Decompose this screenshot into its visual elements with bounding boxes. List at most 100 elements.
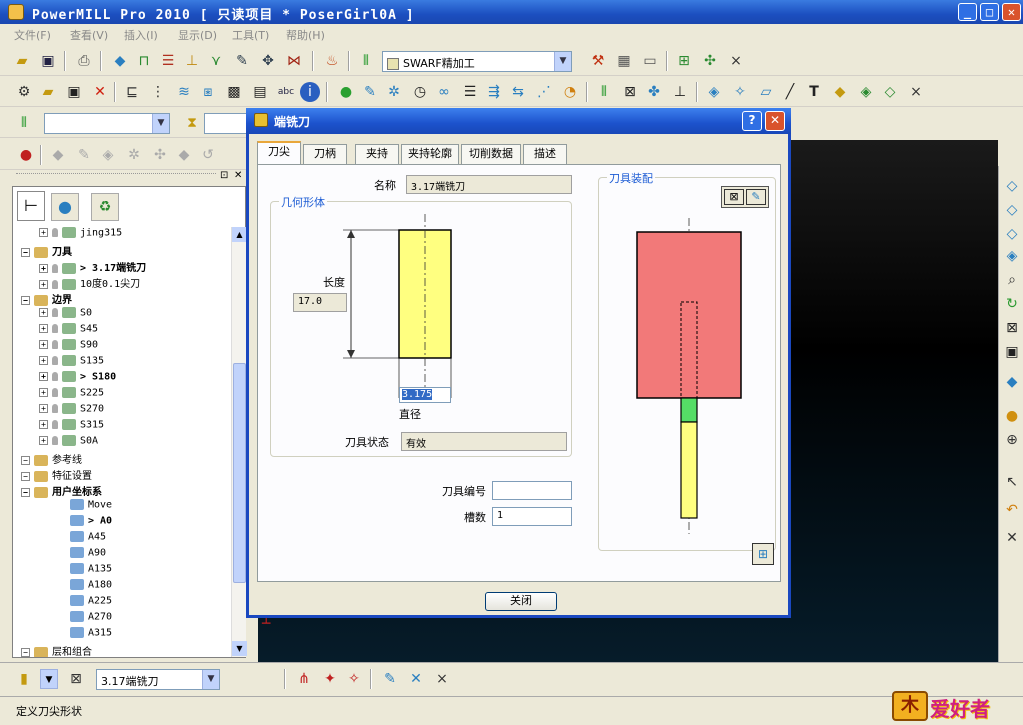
tree-row[interactable]: A225: [57, 595, 112, 611]
open-model-icon[interactable]: ▰: [38, 82, 58, 102]
tool-state-field[interactable]: 有效: [401, 432, 567, 451]
expand-toggle-icon[interactable]: +: [39, 308, 48, 317]
viewbar-close-icon[interactable]: ✕: [1002, 528, 1022, 548]
minimize-button[interactable]: _: [958, 3, 977, 21]
expand-toggle-icon[interactable]: [57, 548, 66, 557]
expand-toggle-icon[interactable]: +: [39, 324, 48, 333]
tab-holder[interactable]: 夹持: [355, 144, 399, 164]
expand-toggle-icon[interactable]: +: [39, 228, 48, 237]
wireframe-sphere-icon[interactable]: ⊕: [1002, 430, 1022, 450]
explorer-tab-recycle[interactable]: ♻: [91, 193, 119, 221]
refresh-icon[interactable]: ↻: [1002, 294, 1022, 314]
tool-toolbar-close-icon[interactable]: ×: [432, 669, 452, 689]
tool-measure-icon[interactable]: ⧆: [198, 82, 218, 102]
tool-type-icon[interactable]: ▮: [14, 669, 34, 689]
tree-row[interactable]: A315: [57, 627, 112, 643]
toolbar1-close-icon[interactable]: ×: [726, 51, 746, 71]
tree-row[interactable]: + S90: [39, 339, 98, 355]
menu-display[interactable]: 显示(D): [178, 27, 217, 43]
feeds-icon[interactable]: ☰: [158, 51, 178, 71]
tool-holder-icon[interactable]: ⊑: [122, 82, 142, 102]
flutes-field[interactable]: 1: [492, 507, 572, 526]
tree-row[interactable]: + S135: [39, 355, 104, 371]
cursor-icon[interactable]: ↖: [1002, 472, 1022, 492]
sphere-icon[interactable]: ●: [1002, 406, 1022, 426]
save-icon[interactable]: ▣: [38, 51, 58, 71]
chevron-down-icon[interactable]: ▼: [202, 670, 219, 689]
zoom-icon[interactable]: ⌕: [1002, 270, 1022, 290]
undo-cursor-icon[interactable]: ↶: [1002, 500, 1022, 520]
tool-collision-icon[interactable]: ✦: [320, 669, 340, 689]
tool-check-icon[interactable]: ⋔: [294, 669, 314, 689]
mesh-icon[interactable]: ◇: [880, 82, 900, 102]
expand-toggle-icon[interactable]: −: [21, 487, 30, 497]
maximize-button[interactable]: □: [980, 3, 999, 21]
chevron-down-icon[interactable]: ▼: [554, 52, 571, 71]
axis-icon[interactable]: ⊥: [670, 82, 690, 102]
expand-toggle-icon[interactable]: +: [39, 388, 48, 397]
tool-grid-icon[interactable]: ⊠: [66, 669, 86, 689]
star-icon[interactable]: ✧: [730, 82, 750, 102]
tree-row[interactable]: + S0: [39, 307, 92, 323]
scrollbar-thumb[interactable]: [233, 363, 246, 583]
explorer-scrollbar[interactable]: ▲ ▼: [231, 227, 247, 657]
lightbulb-icon[interactable]: [52, 436, 58, 445]
tree-row[interactable]: − 边界: [21, 291, 72, 307]
lightbulb-icon[interactable]: [52, 420, 58, 429]
wizard-icon[interactable]: ⚒: [588, 51, 608, 71]
tree-row[interactable]: A45: [57, 531, 106, 547]
surface-icon[interactable]: ◈: [856, 82, 876, 102]
tool-grid-icon[interactable]: ▩: [224, 82, 244, 102]
tab-description[interactable]: 描述: [523, 144, 567, 164]
info-icon[interactable]: i: [300, 82, 320, 102]
green-ball-icon[interactable]: ●: [336, 82, 356, 102]
tool-icon[interactable]: ⊓: [134, 51, 154, 71]
tree-row[interactable]: + S270: [39, 403, 104, 419]
text-icon[interactable]: T: [804, 82, 824, 102]
length-field[interactable]: 17.0: [293, 293, 347, 312]
split-icon[interactable]: ⇶: [484, 82, 504, 102]
close-button[interactable]: 关闭: [485, 592, 557, 611]
expand-toggle-icon[interactable]: −: [21, 295, 30, 305]
scroll-down-icon[interactable]: ▼: [232, 641, 247, 656]
assembly-save-icon[interactable]: ⊞: [752, 543, 774, 565]
explorer-close-icon[interactable]: ✕: [234, 170, 242, 181]
explorer-tab-globe[interactable]: ●: [51, 193, 79, 221]
clock-icon[interactable]: ◷: [410, 82, 430, 102]
expand-toggle-icon[interactable]: −: [21, 247, 30, 257]
expand-toggle-icon[interactable]: −: [21, 471, 30, 481]
sim-tool-icon[interactable]: ✎: [74, 145, 94, 165]
name-field[interactable]: 3.17端铣刀: [406, 175, 572, 194]
grid-box-icon[interactable]: ⊠: [620, 82, 640, 102]
edit-path-icon[interactable]: ⋰: [534, 82, 554, 102]
toolbar2-close-icon[interactable]: ×: [906, 82, 926, 102]
explorer-tab-tree[interactable]: ⊢: [17, 191, 45, 221]
rapid-move-icon[interactable]: ⊥: [182, 51, 202, 71]
tree-row[interactable]: > A0: [57, 515, 112, 531]
leads-icon[interactable]: ⋎: [206, 51, 226, 71]
stripes-icon[interactable]: ⦀: [594, 82, 614, 102]
merge-icon[interactable]: ⇆: [508, 82, 528, 102]
strategy-select[interactable]: SWARF精加工 ▼: [382, 51, 572, 72]
lightbulb-icon[interactable]: [52, 356, 58, 365]
end-point-icon[interactable]: ✥: [258, 51, 278, 71]
lightbulb-icon[interactable]: [52, 279, 58, 289]
tree-row[interactable]: A270: [57, 611, 112, 627]
menu-view[interactable]: 查看(V): [70, 27, 108, 43]
tree-row[interactable]: − 特征设置: [21, 467, 92, 483]
expand-toggle-icon[interactable]: +: [39, 263, 48, 273]
tree-row[interactable]: Move: [57, 499, 112, 515]
expand-toggle-icon[interactable]: [57, 532, 66, 541]
chevron-down-icon[interactable]: ▼: [40, 669, 58, 689]
model-icon[interactable]: ⚙: [14, 82, 34, 102]
tree-row[interactable]: A135: [57, 563, 112, 579]
lightbulb-icon[interactable]: [52, 324, 58, 333]
toolpath-icon[interactable]: ⋈: [284, 51, 304, 71]
expand-toggle-icon[interactable]: +: [39, 404, 48, 413]
print-icon[interactable]: ⎙: [74, 51, 94, 71]
lightbulb-icon[interactable]: [52, 308, 58, 317]
menu-help[interactable]: 帮助(H): [286, 27, 325, 43]
menu-insert[interactable]: 插入(I): [124, 27, 158, 43]
tree-row[interactable]: − 参考线: [21, 451, 82, 467]
abc-icon[interactable]: abc: [276, 82, 296, 102]
